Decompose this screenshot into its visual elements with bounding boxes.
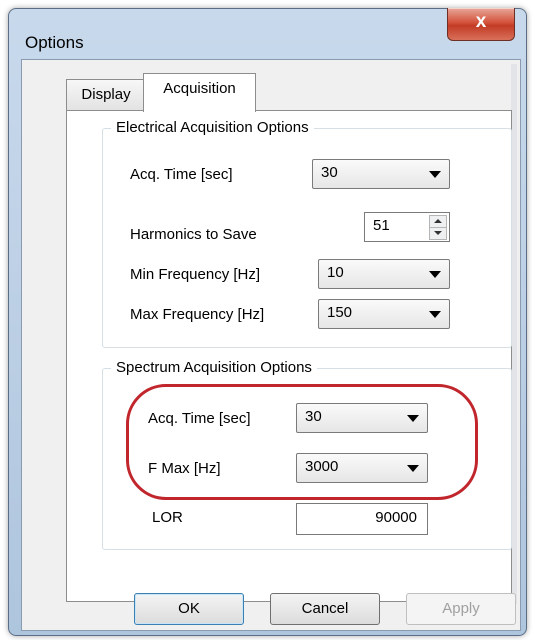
close-icon: x bbox=[475, 11, 487, 32]
min-frequency-label: Min Frequency [Hz] bbox=[130, 266, 261, 283]
min-frequency-select[interactable]: 10 bbox=[318, 259, 450, 289]
lor-label: LOR bbox=[152, 509, 183, 526]
close-button[interactable]: x bbox=[447, 8, 515, 41]
electrical-acq-time-label: Acq. Time [sec] bbox=[130, 166, 233, 183]
options-window: Options x Display Acquisition Electrical… bbox=[8, 8, 527, 636]
harmonics-label: Harmonics to Save bbox=[130, 226, 257, 243]
spectrum-group-legend: Spectrum Acquisition Options bbox=[111, 359, 317, 376]
electrical-group-legend: Electrical Acquisition Options bbox=[111, 119, 314, 136]
cancel-button[interactable]: Cancel bbox=[270, 593, 380, 625]
harmonics-stepper[interactable]: 51 bbox=[364, 212, 450, 242]
stepper-buttons bbox=[429, 215, 447, 240]
harmonics-value: 51 bbox=[373, 217, 390, 234]
electrical-acq-time-value: 30 bbox=[321, 164, 338, 181]
dropdown-arrow-icon bbox=[429, 271, 441, 278]
lor-field[interactable]: 90000 bbox=[296, 503, 428, 535]
lor-value: 90000 bbox=[375, 509, 417, 526]
tab-display[interactable]: Display bbox=[66, 79, 146, 110]
ok-button[interactable]: OK bbox=[134, 593, 244, 625]
max-frequency-value: 150 bbox=[327, 304, 353, 321]
electrical-acq-time-select[interactable]: 30 bbox=[312, 159, 450, 189]
max-frequency-label: Max Frequency [Hz] bbox=[130, 306, 265, 323]
spin-down-icon[interactable] bbox=[429, 227, 447, 240]
window-title: Options bbox=[25, 33, 84, 52]
dialog-client-area: Display Acquisition Electrical Acquisiti… bbox=[21, 59, 521, 631]
min-frequency-value: 10 bbox=[327, 264, 344, 281]
tab-acquisition[interactable]: Acquisition bbox=[143, 73, 256, 112]
dropdown-arrow-icon bbox=[429, 311, 441, 318]
red-highlight-ellipse bbox=[126, 384, 478, 500]
max-frequency-select[interactable]: 150 bbox=[318, 299, 450, 329]
dropdown-arrow-icon bbox=[429, 171, 441, 178]
apply-button[interactable]: Apply bbox=[406, 593, 516, 625]
